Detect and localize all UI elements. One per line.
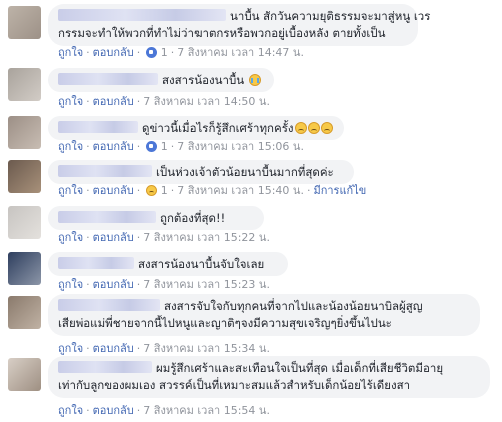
comment-text: เสียพ่อแม่พี่ชายจากนี้ไปหนูและญาติๆจงมีค… bbox=[58, 316, 392, 330]
avatar[interactable] bbox=[8, 252, 41, 285]
avatar[interactable] bbox=[8, 116, 41, 149]
avatar[interactable] bbox=[8, 358, 41, 391]
comment-text: ดูข่าวนี้เมื่อไรก็รู้สึกเศร้าทุกครั้ง bbox=[142, 121, 294, 135]
comment-actions: ถูกใจ · ตอบกลับ · 1 · 7 สิงหาคม เวลา 14:47 น. bbox=[58, 46, 304, 59]
commenter-name[interactable] bbox=[58, 165, 152, 177]
comment-text: เท่ากับลูกของผมเอง สวรรค์เป็นที่เหมาะสมแ… bbox=[58, 378, 411, 392]
comment-text: สงสารน้องนาบื้น bbox=[162, 73, 245, 87]
timestamp[interactable]: 7 สิงหาคม เวลา 15:54 น. bbox=[143, 404, 270, 417]
comment-text: กรรมจะทำให้พวกที่ทำไม่ว่าฆาตกรหรือพวกอยู… bbox=[58, 26, 386, 40]
comment-text: สงสารจับใจกับทุกคนที่จากไปและน้องน้อยนาบ… bbox=[164, 299, 423, 313]
edited-link[interactable]: มีการแก้ไข bbox=[313, 184, 366, 197]
comment-actions: ถูกใจ · ตอบกลับ · 7 สิงหาคม เวลา 15:54 น. bbox=[58, 404, 270, 417]
sad-reaction-icon[interactable] bbox=[146, 185, 158, 196]
like-button[interactable]: ถูกใจ bbox=[58, 278, 83, 291]
reaction-count[interactable]: 1 bbox=[161, 184, 168, 197]
comment-bubble: สงสารน้องนาบื้น bbox=[48, 68, 274, 92]
reply-button[interactable]: ตอบกลับ bbox=[93, 140, 134, 153]
avatar[interactable] bbox=[8, 160, 41, 193]
sad-face-icon bbox=[320, 122, 333, 134]
sad-face-icon bbox=[307, 122, 320, 134]
commenter-name[interactable] bbox=[58, 299, 160, 311]
comment-bubble: สงสารน้องนาบื้นจับใจเลย bbox=[48, 252, 288, 276]
comment-bubble: ดูข่าวนี้เมื่อไรก็รู้สึกเศร้าทุกครั้ง bbox=[48, 116, 344, 140]
comment-actions: ถูกใจ · ตอบกลับ · 7 สิงหาคม เวลา 15:23 น. bbox=[58, 278, 270, 291]
commenter-name[interactable] bbox=[58, 211, 156, 223]
reply-button[interactable]: ตอบกลับ bbox=[93, 278, 134, 291]
comment-item: นาบื้น สักวันความยุติธรรมจะมาสู่หนู เวร … bbox=[0, 0, 502, 60]
comment-item: ถูกต้องที่สุด!! ถูกใจ · ตอบกลับ · 7 สิงหาคม … bbox=[0, 204, 502, 248]
avatar[interactable] bbox=[8, 68, 41, 101]
like-button[interactable]: ถูกใจ bbox=[58, 231, 83, 244]
comment-bubble: ผมรู้สึกเศร้าและสะเทือนใจเป็นที่สุด เมื่… bbox=[48, 356, 490, 398]
reply-button[interactable]: ตอบกลับ bbox=[93, 342, 134, 355]
reply-button[interactable]: ตอบกลับ bbox=[93, 95, 134, 108]
avatar[interactable] bbox=[8, 6, 41, 39]
comment-item: ดูข่าวนี้เมื่อไรก็รู้สึกเศร้าทุกครั้ง ถู… bbox=[0, 114, 502, 158]
like-button[interactable]: ถูกใจ bbox=[58, 46, 83, 59]
comment-text: นาบื้น สักวันความยุติธรรมจะมาสู่หนู เวร bbox=[230, 9, 431, 23]
commenter-name[interactable] bbox=[58, 361, 152, 373]
comment-item: สงสารน้องนาบื้นจับใจเลย ถูกใจ · ตอบกลับ · 7 … bbox=[0, 250, 502, 294]
crying-face-icon bbox=[248, 74, 261, 86]
reply-button[interactable]: ตอบกลับ bbox=[93, 46, 134, 59]
like-icon[interactable] bbox=[146, 141, 158, 152]
timestamp[interactable]: 7 สิงหาคม เวลา 14:47 น. bbox=[177, 46, 304, 59]
comment-list: นาบื้น สักวันความยุติธรรมจะมาสู่หนู เวร … bbox=[0, 0, 502, 422]
comment-actions: ถูกใจ · ตอบกลับ · 7 สิงหาคม เวลา 14:50 น. bbox=[58, 95, 270, 108]
commenter-name[interactable] bbox=[58, 257, 134, 269]
like-button[interactable]: ถูกใจ bbox=[58, 404, 83, 417]
timestamp[interactable]: 7 สิงหาคม เวลา 15:40 น. bbox=[177, 184, 304, 197]
commenter-name[interactable] bbox=[58, 73, 158, 85]
comment-item: สงสารน้องนาบื้น ถูกใจ · ตอบกลับ · 7 สิงหาคม … bbox=[0, 66, 502, 110]
comment-actions: ถูกใจ · ตอบกลับ · 7 สิงหาคม เวลา 15:34 น. bbox=[58, 342, 270, 355]
timestamp[interactable]: 7 สิงหาคม เวลา 15:06 น. bbox=[177, 140, 304, 153]
reply-button[interactable]: ตอบกลับ bbox=[93, 184, 134, 197]
comment-bubble: ถูกต้องที่สุด!! bbox=[48, 206, 264, 230]
comment-bubble: สงสารจับใจกับทุกคนที่จากไปและน้องน้อยนาบ… bbox=[48, 294, 480, 336]
timestamp[interactable]: 7 สิงหาคม เวลา 14:50 น. bbox=[143, 95, 270, 108]
commenter-name[interactable] bbox=[58, 9, 226, 21]
reply-button[interactable]: ตอบกลับ bbox=[93, 231, 134, 244]
sad-face-icon bbox=[294, 122, 307, 134]
comment-actions: ถูกใจ · ตอบกลับ · 7 สิงหาคม เวลา 15:22 น. bbox=[58, 231, 270, 244]
like-icon[interactable] bbox=[146, 47, 158, 58]
timestamp[interactable]: 7 สิงหาคม เวลา 15:23 น. bbox=[143, 278, 270, 291]
reaction-count[interactable]: 1 bbox=[161, 46, 168, 59]
comment-bubble: นาบื้น สักวันความยุติธรรมจะมาสู่หนู เวร … bbox=[48, 4, 430, 46]
comment-item: สงสารจับใจกับทุกคนที่จากไปและน้องน้อยนาบ… bbox=[0, 294, 502, 355]
like-button[interactable]: ถูกใจ bbox=[58, 184, 83, 197]
avatar[interactable] bbox=[8, 296, 41, 329]
comment-actions: ถูกใจ · ตอบกลับ · 1 · 7 สิงหาคม เวลา 15:06 น. bbox=[58, 140, 304, 153]
comment-text: ผมรู้สึกเศร้าและสะเทือนใจเป็นที่สุด เมื่… bbox=[156, 361, 444, 375]
comment-actions: ถูกใจ · ตอบกลับ · 1 · 7 สิงหาคม เวลา 15:40 น.… bbox=[58, 184, 367, 197]
comment-item: เป็นห่วงเจ้าตัวน้อยนาบื้นมากที่สุดค่ะ ถู… bbox=[0, 158, 502, 202]
commenter-name[interactable] bbox=[58, 121, 138, 133]
comment-item: ผมรู้สึกเศร้าและสะเทือนใจเป็นที่สุด เมื่… bbox=[0, 356, 502, 422]
comment-bubble: เป็นห่วงเจ้าตัวน้อยนาบื้นมากที่สุดค่ะ bbox=[48, 160, 354, 184]
reply-button[interactable]: ตอบกลับ bbox=[93, 404, 134, 417]
comment-text: เป็นห่วงเจ้าตัวน้อยนาบื้นมากที่สุดค่ะ bbox=[156, 165, 334, 179]
comment-text: ถูกต้องที่สุด!! bbox=[160, 211, 226, 225]
like-button[interactable]: ถูกใจ bbox=[58, 342, 83, 355]
like-button[interactable]: ถูกใจ bbox=[58, 95, 83, 108]
like-button[interactable]: ถูกใจ bbox=[58, 140, 83, 153]
timestamp[interactable]: 7 สิงหาคม เวลา 15:34 น. bbox=[143, 342, 270, 355]
avatar[interactable] bbox=[8, 206, 41, 239]
reaction-count[interactable]: 1 bbox=[161, 140, 168, 153]
timestamp[interactable]: 7 สิงหาคม เวลา 15:22 น. bbox=[143, 231, 270, 244]
comment-text: สงสารน้องนาบื้นจับใจเลย bbox=[138, 257, 265, 271]
